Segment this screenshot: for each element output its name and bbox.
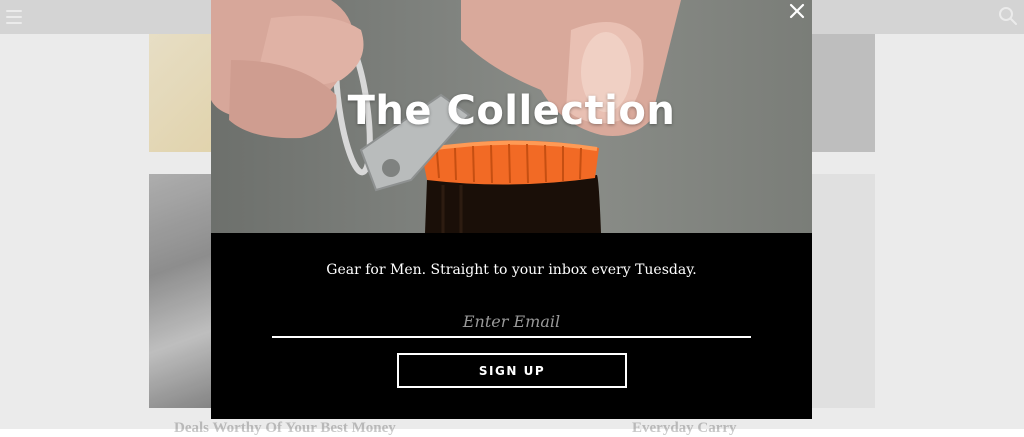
modal-tagline: Gear for Men. Straight to your inbox eve… xyxy=(326,262,697,278)
email-input[interactable] xyxy=(272,306,751,338)
background-article-image[interactable] xyxy=(812,34,875,152)
background-article-image[interactable] xyxy=(812,174,875,408)
modal-title: The Collection xyxy=(347,88,676,134)
sign-up-button[interactable]: SIGN UP xyxy=(397,353,627,388)
background-article-image[interactable] xyxy=(149,34,211,152)
newsletter-modal: The Collection Gear for Men. Straight to… xyxy=(211,0,812,419)
close-icon[interactable] xyxy=(788,2,806,20)
page: Deals Worthy Of Your Best Money Everyday… xyxy=(0,0,1024,436)
search-icon[interactable] xyxy=(998,6,1018,26)
background-article-image[interactable] xyxy=(149,174,211,408)
hamburger-menu-icon[interactable] xyxy=(6,10,22,24)
hero-image: The Collection xyxy=(211,0,812,233)
